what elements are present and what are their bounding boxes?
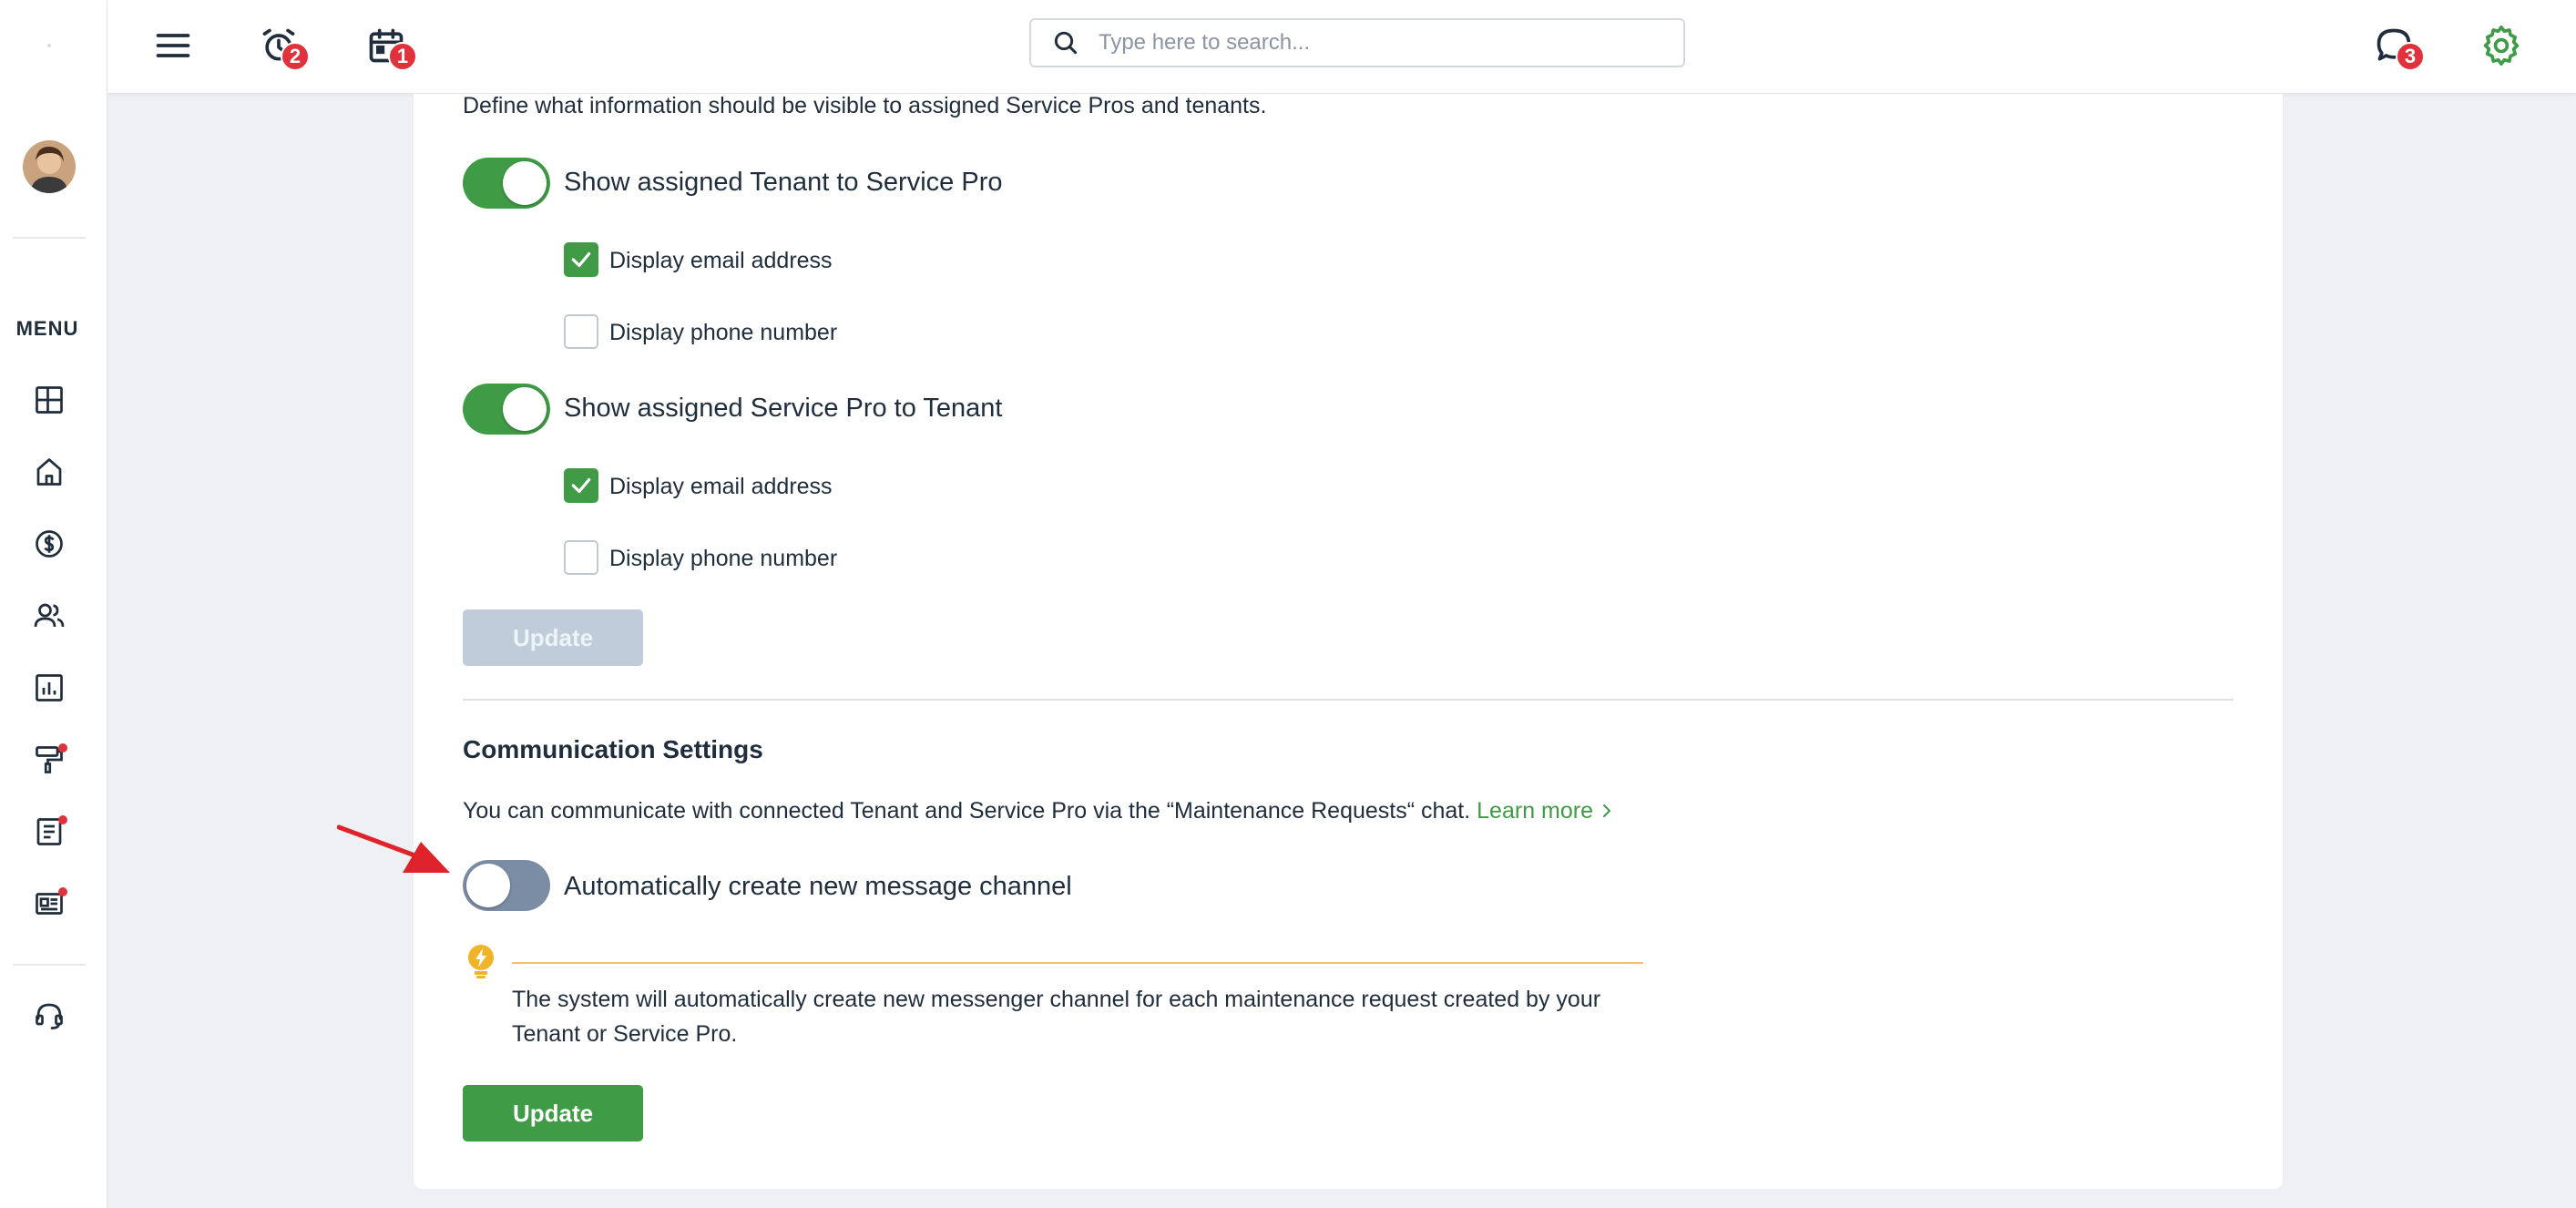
check-icon <box>571 251 591 268</box>
menu-label: MENU <box>15 317 79 340</box>
service-pro-phone-label: Display phone number <box>609 546 838 571</box>
show-tenant-to-service-pro-toggle[interactable] <box>463 158 550 209</box>
learn-more-link[interactable]: Learn more <box>1477 798 1611 824</box>
avatar[interactable] <box>23 140 76 193</box>
sidebar-divider <box>13 237 86 239</box>
learn-more-label: Learn more <box>1477 798 1594 824</box>
show-service-pro-to-tenant-label: Show assigned Service Pro to Tenant <box>564 394 1003 423</box>
section-divider <box>463 699 2234 701</box>
tenant-phone-checkbox[interactable] <box>564 314 598 349</box>
auto-create-channel-toggle[interactable] <box>463 860 550 911</box>
tenant-email-checkbox[interactable] <box>564 242 598 277</box>
visibility-update-button[interactable]: Update <box>463 609 643 666</box>
search-box <box>1029 18 1685 67</box>
show-tenant-to-service-pro-label: Show assigned Tenant to Service Pro <box>564 168 1003 197</box>
messages-badge: 3 <box>2396 42 2425 71</box>
headset-icon[interactable] <box>31 998 67 1034</box>
sidebar: MENU <box>0 0 107 1208</box>
paint-roller-icon[interactable] <box>31 742 67 778</box>
tenant-email-label: Display email address <box>609 248 833 273</box>
search-input[interactable] <box>1099 30 1645 56</box>
alarm-badge: 2 <box>281 42 310 71</box>
lightbulb-icon <box>468 945 494 978</box>
home-icon[interactable] <box>31 454 67 490</box>
hamburger-menu-icon[interactable] <box>148 20 199 71</box>
chevron-right-icon <box>1602 798 1611 824</box>
calendar-badge: 1 <box>388 42 417 71</box>
messages-icon[interactable]: 3 <box>2368 20 2425 71</box>
gear-icon[interactable] <box>2476 20 2527 71</box>
auto-create-channel-label: Automatically create new message channel <box>564 872 1072 901</box>
alarm-clock-icon[interactable]: 2 <box>253 20 310 71</box>
users-icon[interactable] <box>31 598 67 634</box>
topbar: 2 1 3 <box>107 0 2576 94</box>
notification-dot <box>58 743 67 752</box>
service-pro-phone-checkbox[interactable] <box>564 540 598 575</box>
calendar-icon[interactable]: 1 <box>361 20 417 71</box>
chart-icon[interactable] <box>31 670 67 706</box>
service-pro-email-label: Display email address <box>609 474 833 499</box>
communication-update-button[interactable]: Update <box>463 1085 643 1141</box>
visibility-description: Define what information should be visibl… <box>463 93 1267 118</box>
show-service-pro-to-tenant-toggle[interactable] <box>463 384 550 435</box>
id-card-icon[interactable] <box>31 886 67 922</box>
tip-divider <box>512 962 1643 964</box>
notification-dot <box>58 887 67 896</box>
communication-description: You can communicate with connected Tenan… <box>463 798 1611 824</box>
sidebar-divider <box>13 964 86 966</box>
document-icon[interactable] <box>31 814 67 850</box>
communication-settings-title: Communication Settings <box>463 735 763 763</box>
logo-placeholder <box>47 44 51 47</box>
tenant-phone-label: Display phone number <box>609 320 838 345</box>
red-arrow-annotation <box>337 824 450 873</box>
service-pro-email-checkbox[interactable] <box>564 468 598 503</box>
dollar-icon[interactable] <box>31 526 67 562</box>
communication-description-text: You can communicate with connected Tenan… <box>463 798 1471 824</box>
notification-dot <box>58 815 67 824</box>
search-icon <box>1054 31 1078 55</box>
auto-channel-tip: The system will automatically create new… <box>512 987 1601 1047</box>
dashboard-icon[interactable] <box>31 382 67 418</box>
check-icon <box>571 477 591 494</box>
